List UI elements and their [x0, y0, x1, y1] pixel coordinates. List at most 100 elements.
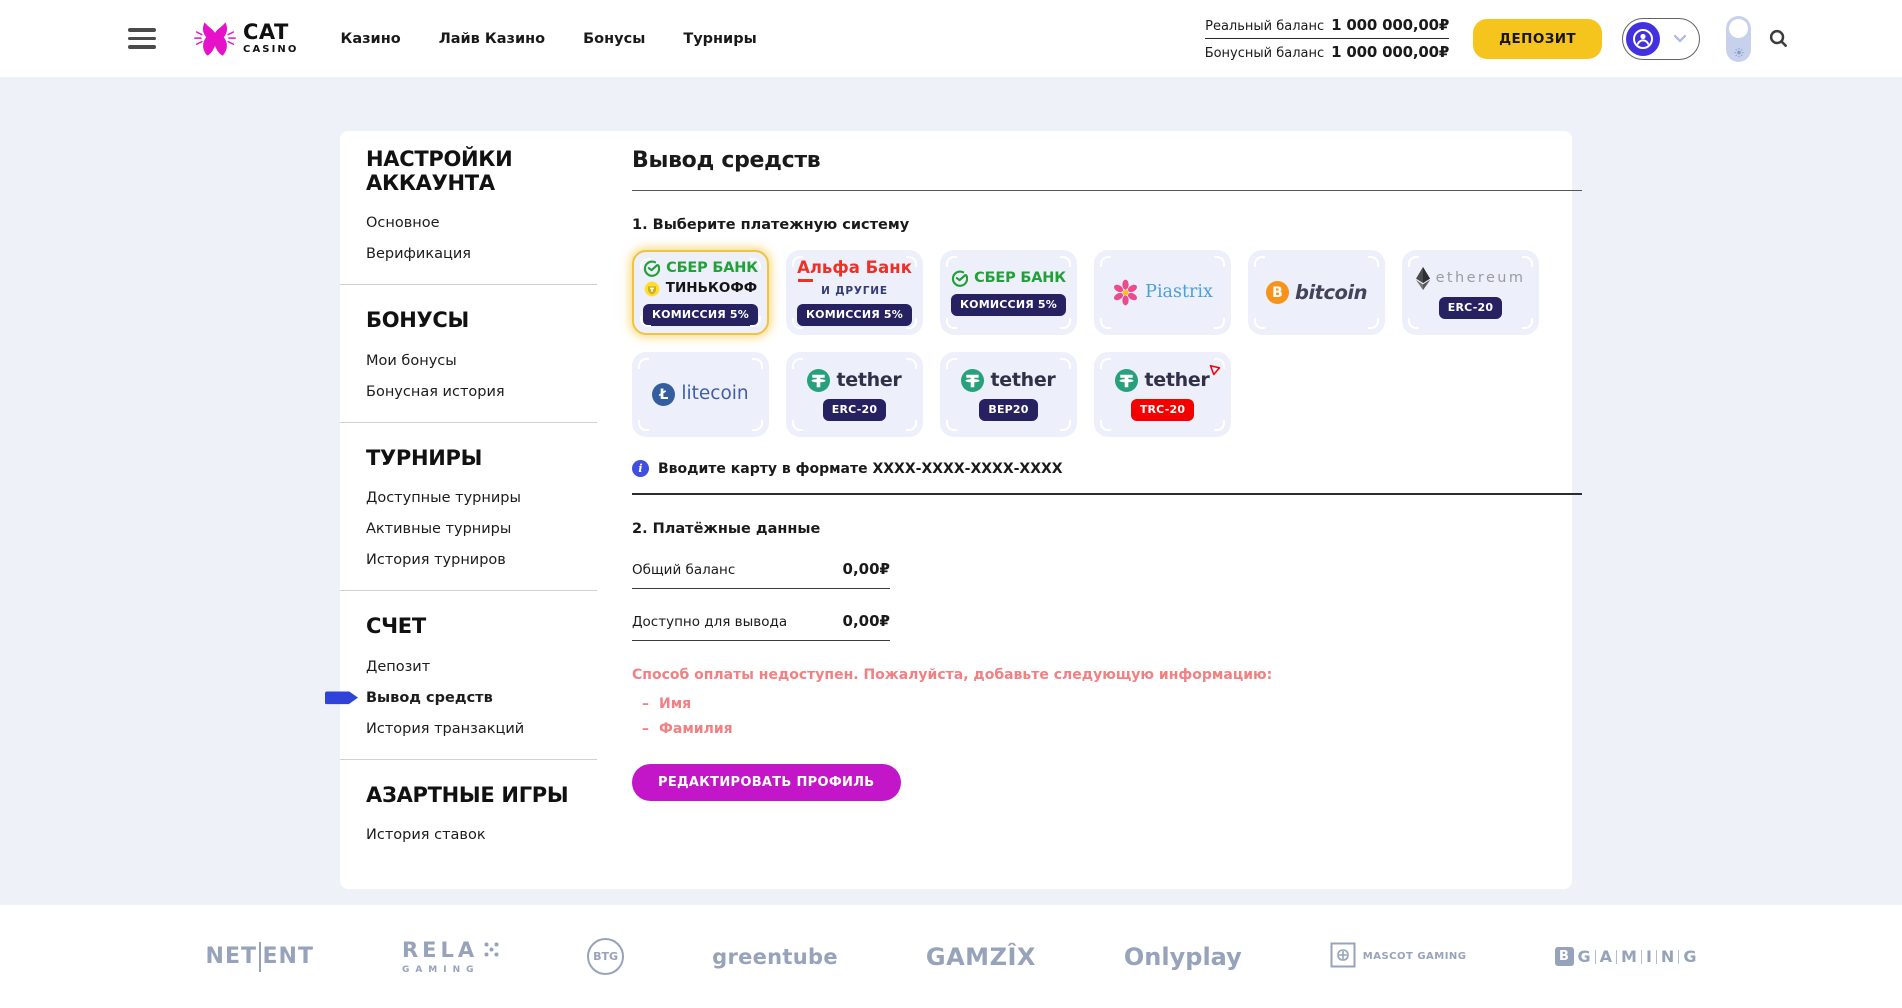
sidebar-item-verification[interactable]: Верификация: [366, 246, 597, 262]
title-divider: [632, 190, 1582, 191]
sidebar-item-label: Мои бонусы: [366, 353, 457, 369]
corner-mark: [1254, 318, 1265, 329]
payment-alfa-bank[interactable]: Альфа БанкИ ДРУГИЕКОМИССИЯ 5%: [786, 250, 923, 335]
corner-mark: [1100, 256, 1111, 267]
nav-bonuses[interactable]: Бонусы: [583, 31, 645, 47]
sidebar-section-title: БОНУСЫ: [366, 309, 597, 333]
nav-tournaments[interactable]: Турниры: [683, 31, 756, 47]
bonus-balance-label: Бонусный баланс: [1205, 46, 1324, 61]
total-balance-value: 0,00₽: [843, 560, 890, 578]
search-button[interactable]: [1767, 27, 1790, 50]
nav-casino[interactable]: Казино: [340, 31, 400, 47]
provider-label: GAMZÎX: [926, 943, 1036, 971]
payment-tether-erc20[interactable]: tetherERC-20: [786, 352, 923, 437]
sidebar-item-withdrawal[interactable]: Вывод средств: [366, 690, 597, 706]
nav-live-casino[interactable]: Лайв Казино: [439, 31, 545, 47]
corner-mark: [1100, 420, 1111, 431]
theme-toggle-knob: [1729, 19, 1748, 38]
logo-subtitle: CASINO: [243, 45, 298, 55]
letter-separator: [1641, 950, 1642, 964]
chevron-down-icon: [1673, 34, 1687, 43]
corner-mark: [1408, 256, 1419, 267]
sidebar-list: Доступные турниры Активные турниры История…: [366, 490, 597, 568]
provider-btg: BTG: [587, 938, 624, 975]
tinkoff-icon: [644, 281, 660, 297]
corner-mark: [1214, 318, 1225, 329]
sber-icon: [951, 270, 968, 287]
bitcoin-logo: Bbitcoin: [1266, 281, 1367, 304]
available-balance-label: Доступно для вывода: [632, 614, 787, 630]
sidebar-section-account-settings: НАСТРОЙКИ АККАУНТА Основное Верификация: [340, 131, 597, 285]
sidebar-item-my-bonuses[interactable]: Мои бонусы: [366, 353, 597, 369]
sidebar-item-tournament-history[interactable]: История турниров: [366, 552, 597, 568]
provider-netent: NETENT: [206, 942, 314, 972]
litecoin-logo: Łlitecoin: [652, 383, 748, 406]
corner-mark: [640, 258, 651, 269]
theme-toggle[interactable]: [1726, 16, 1751, 62]
sber-logo: СБЕР БАНК: [951, 270, 1066, 287]
missing-field-name: Имя: [642, 696, 1582, 712]
corner-mark: [750, 258, 761, 269]
tether-logo: tether: [1115, 369, 1209, 392]
sidebar-list: Мои бонусы Бонусная история: [366, 353, 597, 400]
hamburger-menu-icon[interactable]: [128, 28, 156, 49]
sidebar-section-title: НАСТРОЙКИ АККАУНТА: [366, 148, 597, 195]
tether-icon: [1115, 369, 1138, 392]
sidebar-item-deposit[interactable]: Депозит: [366, 659, 597, 675]
header: CAT CASINO Казино Лайв Казино Бонусы Турнир…: [0, 0, 1902, 77]
corner-mark: [752, 358, 763, 369]
provider-gamzix: GAMZÎX: [926, 943, 1036, 971]
provider-label: MASCOT GAMING: [1363, 951, 1467, 962]
ethereum-icon: [1416, 267, 1430, 290]
payment-piastrix[interactable]: Piastrix: [1094, 250, 1231, 335]
logo-text: Piastrix: [1145, 284, 1213, 302]
sidebar-item-label: История ставок: [366, 827, 486, 843]
corner-mark: [946, 256, 957, 267]
sidebar-item-label: Доступные турниры: [366, 490, 521, 506]
corner-mark: [1254, 256, 1265, 267]
provider-sublabel: GAMING: [402, 965, 480, 975]
sidebar-item-transaction-history[interactable]: История транзакций: [366, 721, 597, 737]
sidebar-item-bonus-history[interactable]: Бонусная история: [366, 384, 597, 400]
deposit-button[interactable]: ДЕПОЗИТ: [1473, 19, 1602, 59]
real-balance-label: Реальный баланс: [1205, 19, 1324, 34]
profile-menu[interactable]: [1622, 18, 1700, 60]
sidebar-item-general[interactable]: Основное: [366, 215, 597, 231]
provider-letter: M: [1621, 947, 1637, 966]
provider-bgaming: BGAMING: [1555, 947, 1697, 966]
logo-text: СБЕР БАНК: [666, 261, 758, 276]
bonus-balance-value: 1 000 000,00₽: [1331, 43, 1449, 61]
bgaming-b-icon: B: [1555, 947, 1574, 966]
sidebar-item-available-tournaments[interactable]: Доступные турниры: [366, 490, 597, 506]
corner-mark: [906, 318, 917, 329]
payment-litecoin[interactable]: Łlitecoin: [632, 352, 769, 437]
payment-ethereum[interactable]: ethereumERC-20: [1402, 250, 1539, 335]
sidebar-item-active-tournaments[interactable]: Активные турниры: [366, 521, 597, 537]
error-message: Способ оплаты недоступен. Пожалуйста, до…: [632, 667, 1582, 683]
letter-separator: [1595, 950, 1596, 964]
tether-logo: tether: [961, 369, 1055, 392]
litecoin-icon: Ł: [652, 383, 675, 406]
sidebar-list: История ставок: [366, 827, 597, 843]
payment-sber[interactable]: СБЕР БАНККОМИССИЯ 5%: [940, 250, 1077, 335]
sidebar-item-bet-history[interactable]: История ставок: [366, 827, 597, 843]
content-area: НАСТРОЙКИ АККАУНТА Основное Верификация БОН…: [0, 131, 1902, 905]
letter-separator: [1616, 950, 1617, 964]
commission-badge: BEP20: [979, 399, 1037, 421]
corner-mark: [1368, 256, 1379, 267]
sidebar-list: Основное Верификация: [366, 215, 597, 262]
search-icon: [1767, 27, 1790, 50]
logo-title: CAT: [243, 22, 298, 43]
logo[interactable]: CAT CASINO: [194, 18, 298, 60]
corner-mark: [1060, 420, 1071, 431]
sidebar-item-label: Депозит: [366, 659, 430, 675]
payment-tether-bep20[interactable]: tether BEP20: [940, 352, 1077, 437]
corner-mark: [752, 420, 763, 431]
provider-letter: N: [1661, 947, 1674, 966]
payment-tether-trc20[interactable]: tetherTRC-20: [1094, 352, 1231, 437]
edit-profile-button[interactable]: РЕДАКТИРОВАТЬ ПРОФИЛЬ: [632, 764, 901, 801]
payment-bitcoin[interactable]: Bbitcoin: [1248, 250, 1385, 335]
payment-sber-tinkoff[interactable]: СБЕР БАНКТИНЬКОФФКОМИССИЯ 5%: [632, 250, 769, 335]
main-nav: Казино Лайв Казино Бонусы Турниры: [340, 31, 756, 47]
total-balance-row: Общий баланс 0,00₽: [632, 560, 890, 589]
